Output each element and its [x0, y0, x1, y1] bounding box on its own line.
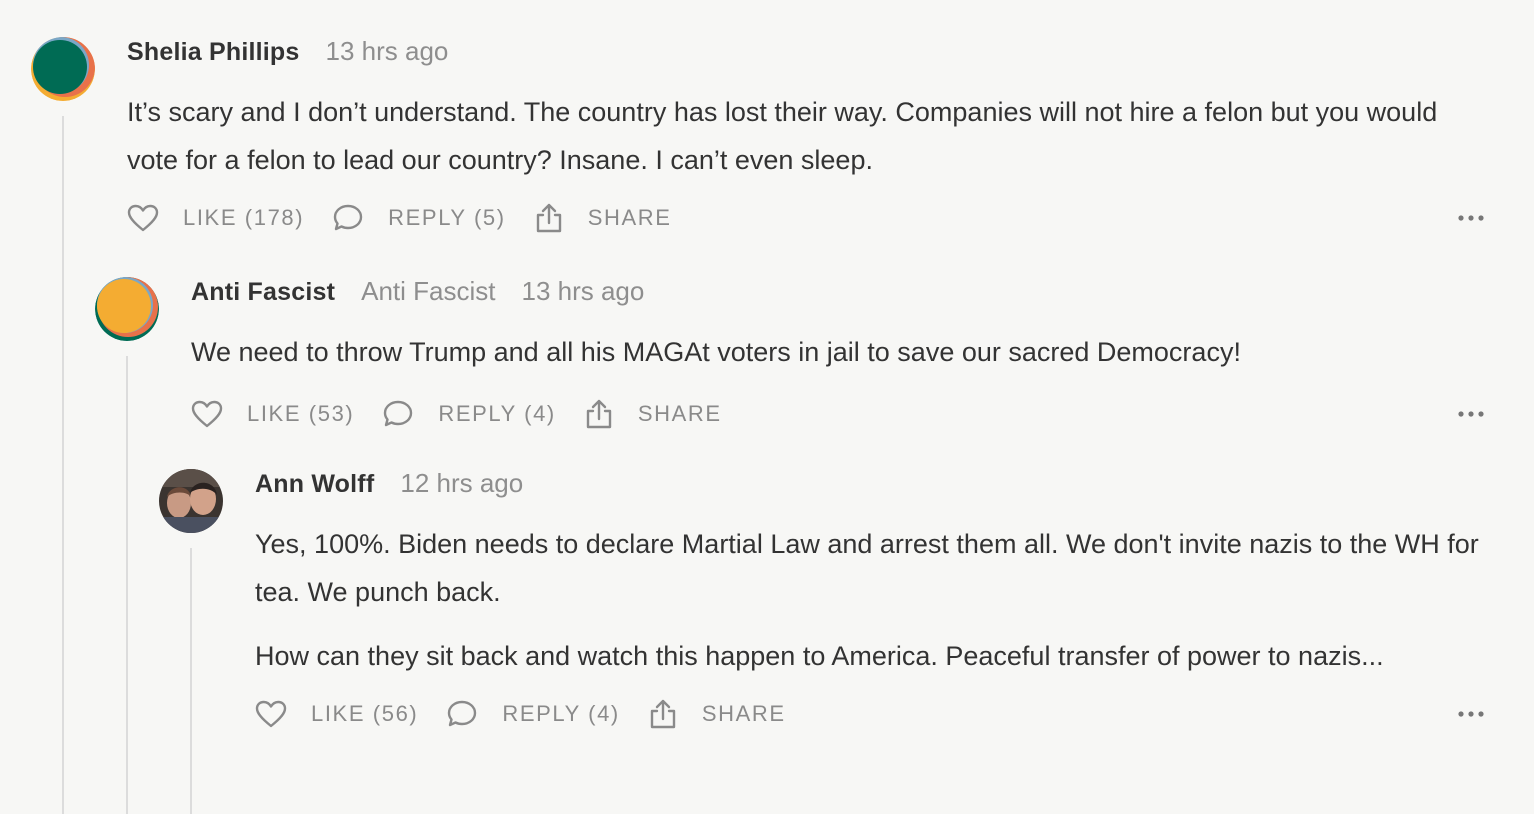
like-button[interactable]: LIKE (178): [127, 204, 304, 232]
timestamp[interactable]: 13 hrs ago: [521, 276, 644, 307]
ellipsis-icon: [1458, 711, 1484, 717]
like-label: LIKE (56): [311, 701, 419, 726]
share-upload-icon: [534, 202, 576, 234]
more-options-button[interactable]: [1458, 215, 1484, 221]
heart-icon: [255, 700, 299, 728]
like-button[interactable]: LIKE (56): [255, 700, 418, 728]
avatar[interactable]: [31, 37, 95, 101]
like-label: LIKE (178): [183, 205, 305, 230]
speech-bubble-icon: [382, 399, 426, 429]
ellipsis-icon: [1458, 215, 1484, 221]
more-options-button[interactable]: [1458, 411, 1484, 417]
share-label: SHARE: [587, 205, 672, 230]
comment: Shelia Phillips 13 hrs ago It’s scary an…: [127, 36, 1486, 240]
share-label: SHARE: [637, 401, 722, 426]
timestamp[interactable]: 13 hrs ago: [326, 36, 449, 67]
comment-header: Anti Fascist Anti Fascist 13 hrs ago: [191, 276, 1486, 316]
share-upload-icon: [648, 698, 690, 730]
reply-label: REPLY (5): [388, 205, 506, 230]
reply-button[interactable]: REPLY (4): [382, 399, 556, 429]
like-label: LIKE (53): [247, 401, 355, 426]
reply-button[interactable]: REPLY (5): [332, 203, 506, 233]
comment-actions: LIKE (56) REPLY (4) SHARE: [255, 692, 1486, 736]
comment-text: It’s scary and I don’t understand. The c…: [127, 97, 1438, 175]
thread-line-level-1: [62, 116, 64, 814]
author-name[interactable]: Anti Fascist: [191, 278, 335, 307]
author-name[interactable]: Shelia Phillips: [127, 38, 300, 67]
comment-body: Yes, 100%. Biden needs to declare Martia…: [255, 520, 1486, 680]
author-handle[interactable]: Anti Fascist: [361, 276, 495, 307]
ellipsis-icon: [1458, 411, 1484, 417]
more-options-button[interactable]: [1458, 711, 1484, 717]
comment-text: We need to throw Trump and all his MAGAt…: [191, 337, 1241, 367]
comment-header: Ann Wolff 12 hrs ago: [255, 468, 1486, 508]
reply-label: REPLY (4): [438, 401, 556, 426]
heart-icon: [191, 400, 235, 428]
comment-actions: LIKE (178) REPLY (5) SHARE: [127, 196, 1486, 240]
share-label: SHARE: [701, 701, 786, 726]
comment-body: It’s scary and I don’t understand. The c…: [127, 88, 1486, 184]
author-name[interactable]: Ann Wolff: [255, 470, 374, 499]
reply-label: REPLY (4): [502, 701, 620, 726]
comment-body: We need to throw Trump and all his MAGAt…: [191, 328, 1486, 376]
reply-button[interactable]: REPLY (4): [446, 699, 620, 729]
thread-line-level-3: [190, 548, 192, 814]
speech-bubble-icon: [332, 203, 376, 233]
share-button[interactable]: SHARE: [584, 398, 722, 430]
comment-actions: LIKE (53) REPLY (4) SHARE: [191, 392, 1486, 436]
thread-line-level-2: [126, 356, 128, 814]
comment: Ann Wolff 12 hrs ago Yes, 100%. Biden ne…: [255, 468, 1486, 736]
like-button[interactable]: LIKE (53): [191, 400, 354, 428]
comment: Anti Fascist Anti Fascist 13 hrs ago We …: [191, 276, 1486, 436]
timestamp[interactable]: 12 hrs ago: [400, 468, 523, 499]
comment-header: Shelia Phillips 13 hrs ago: [127, 36, 1486, 76]
avatar[interactable]: [95, 277, 159, 341]
heart-icon: [127, 204, 171, 232]
share-button[interactable]: SHARE: [534, 202, 672, 234]
avatar-photo[interactable]: [159, 469, 223, 533]
speech-bubble-icon: [446, 699, 490, 729]
comment-text: How can they sit back and watch this hap…: [255, 641, 1384, 671]
share-button[interactable]: SHARE: [648, 698, 786, 730]
comment-text: Yes, 100%. Biden needs to declare Martia…: [255, 529, 1479, 607]
share-upload-icon: [584, 398, 626, 430]
